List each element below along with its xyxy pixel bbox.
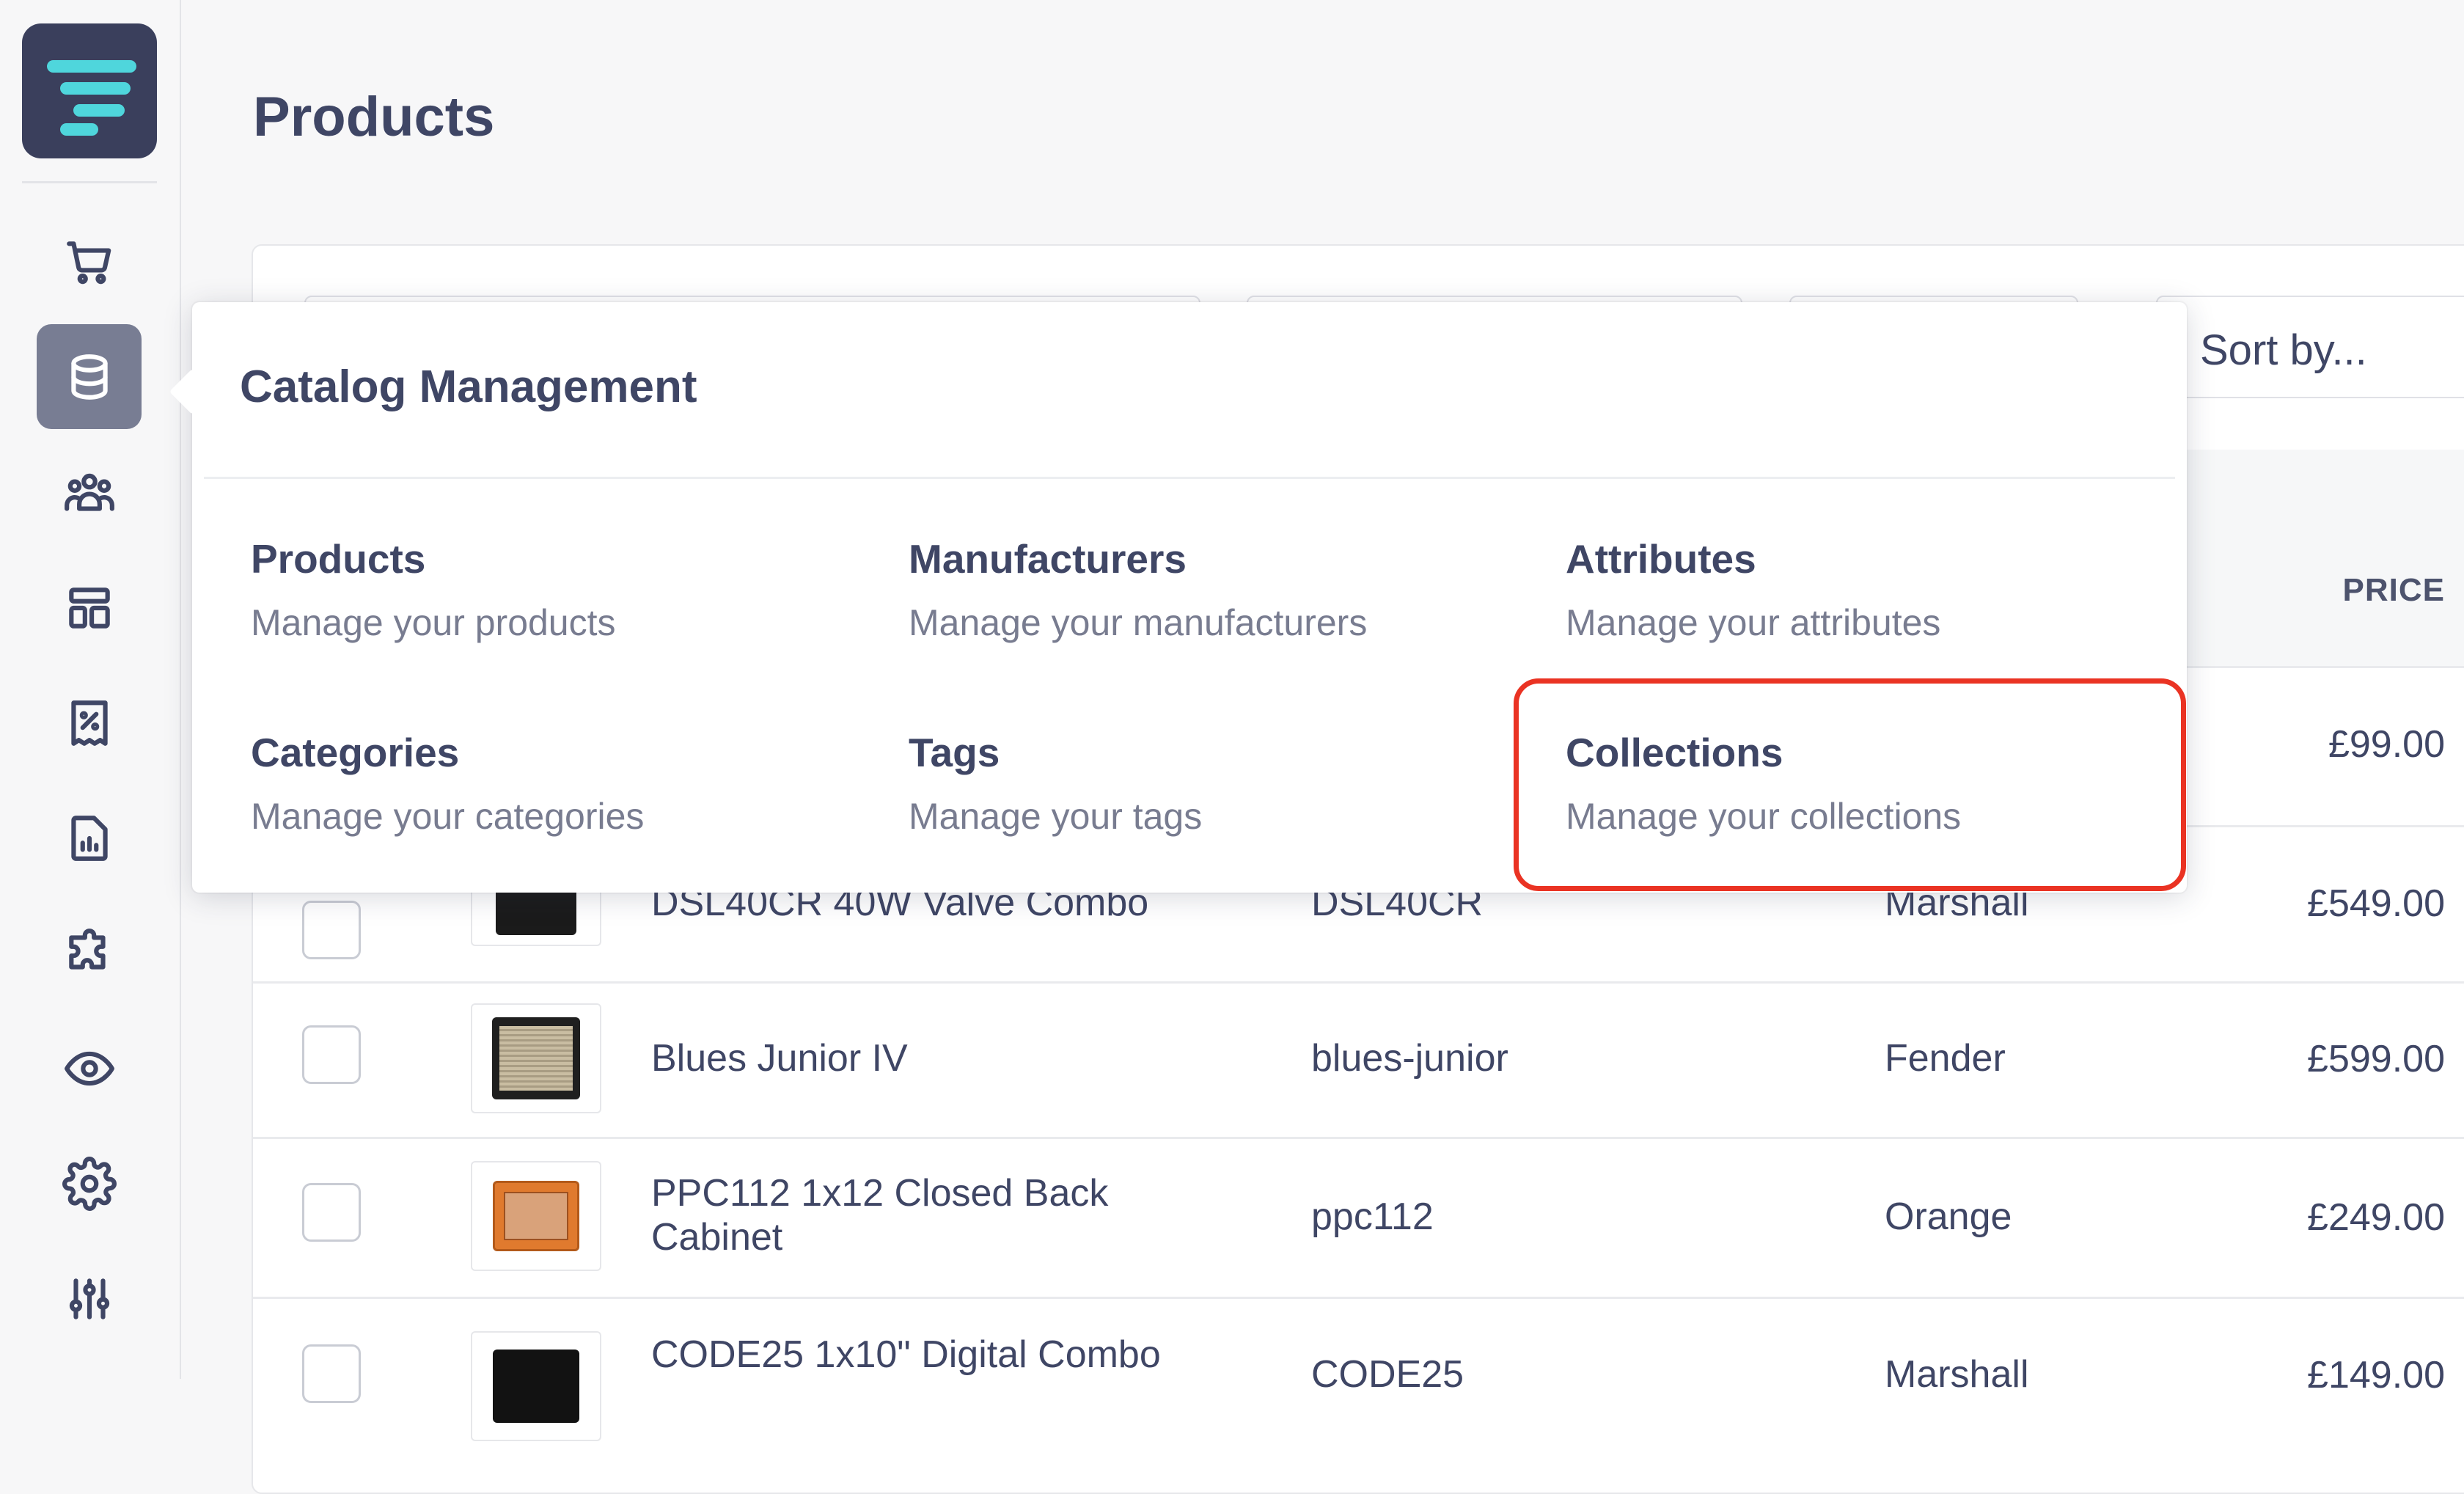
sliders-icon: [69, 1278, 109, 1319]
menu-item-description: Manage your categories: [251, 796, 645, 837]
sidebar-item-extensions[interactable]: [37, 901, 142, 1006]
row-price: £249.00: [2307, 1196, 2445, 1239]
column-header-price[interactable]: PRICE: [2343, 572, 2445, 609]
menu-item-title: Tags: [909, 730, 1000, 775]
popover-divider: [204, 477, 2175, 479]
cart-icon: [66, 241, 111, 284]
sidebar: [0, 0, 181, 1379]
layout-icon: [68, 587, 110, 629]
sidebar-item-preferences[interactable]: [37, 1246, 142, 1351]
menu-item-title: Manufacturers: [909, 536, 1187, 582]
row-divider: [253, 1297, 2464, 1299]
menu-item-title: Attributes: [1566, 536, 1756, 582]
sidebar-item-orders[interactable]: [37, 209, 142, 314]
row-price: £549.00: [2307, 882, 2445, 925]
sidebar-item-customers[interactable]: [37, 440, 142, 545]
row-price: £599.00: [2307, 1038, 2445, 1080]
menu-item-tags[interactable]: Tags Manage your tags: [909, 729, 1510, 890]
sidebar-divider: [22, 181, 157, 183]
sidebar-item-promotions[interactable]: [37, 670, 142, 775]
product-name-line2[interactable]: Cabinet: [651, 1216, 782, 1260]
product-name[interactable]: PPC112 1x12 Closed Back: [651, 1172, 1108, 1216]
users-icon: [64, 473, 114, 511]
menu-item-attributes[interactable]: Attributes Manage your attributes: [1566, 535, 2167, 697]
row-divider: [253, 1137, 2464, 1139]
sidebar-item-layout[interactable]: [37, 555, 142, 660]
product-slug: ppc112: [1311, 1195, 1434, 1238]
row-price: £99.00: [2328, 723, 2445, 766]
sort-select-label: Sort by...: [2200, 326, 2367, 374]
menu-item-title: Categories: [251, 730, 460, 775]
sidebar-item-storefront[interactable]: [37, 1016, 142, 1121]
sidebar-item-reports[interactable]: [37, 786, 142, 890]
gear-icon: [62, 1156, 117, 1211]
puzzle-icon: [68, 928, 106, 970]
product-thumbnail: [471, 1161, 601, 1271]
product-name[interactable]: Blues Junior IV: [651, 1037, 908, 1081]
product-manufacturer: Marshall: [1885, 1353, 2029, 1396]
discount-receipt-icon: [70, 700, 108, 746]
row-checkbox[interactable]: [302, 901, 361, 959]
app-logo[interactable]: [22, 23, 157, 158]
row-divider: [253, 981, 2464, 984]
sidebar-item-settings[interactable]: [37, 1131, 142, 1236]
product-slug: blues-junior: [1311, 1037, 1508, 1080]
menu-item-description: Manage your manufacturers: [909, 602, 1368, 643]
menu-item-manufacturers[interactable]: Manufacturers Manage your manufacturers: [909, 535, 1510, 697]
menu-item-categories[interactable]: Categories Manage your categories: [251, 729, 852, 890]
product-name[interactable]: CODE25 1x10" Digital Combo: [651, 1333, 1161, 1377]
collections-highlight-box: [1514, 678, 2186, 891]
report-chart-icon: [70, 815, 108, 861]
popover-title: Catalog Management: [240, 362, 697, 412]
menu-item-description: Manage your products: [251, 602, 616, 643]
eye-icon: [64, 1051, 114, 1085]
product-manufacturer: Fender: [1885, 1037, 2006, 1080]
menu-item-description: Manage your tags: [909, 796, 1203, 837]
database-icon: [70, 354, 108, 400]
menu-item-title: Products: [251, 536, 426, 582]
product-slug: CODE25: [1311, 1353, 1464, 1396]
menu-item-products[interactable]: Products Manage your products: [251, 535, 852, 697]
row-checkbox[interactable]: [302, 1344, 361, 1403]
sidebar-item-catalog[interactable]: [37, 324, 142, 429]
product-manufacturer: Orange: [1885, 1195, 2012, 1238]
menu-item-description: Manage your attributes: [1566, 602, 1941, 643]
product-thumbnail: [471, 1331, 601, 1441]
row-checkbox[interactable]: [302, 1183, 361, 1242]
row-checkbox[interactable]: [302, 1025, 361, 1084]
row-price: £149.00: [2307, 1354, 2445, 1396]
page-title: Products: [253, 86, 495, 148]
product-thumbnail: [471, 1003, 601, 1113]
